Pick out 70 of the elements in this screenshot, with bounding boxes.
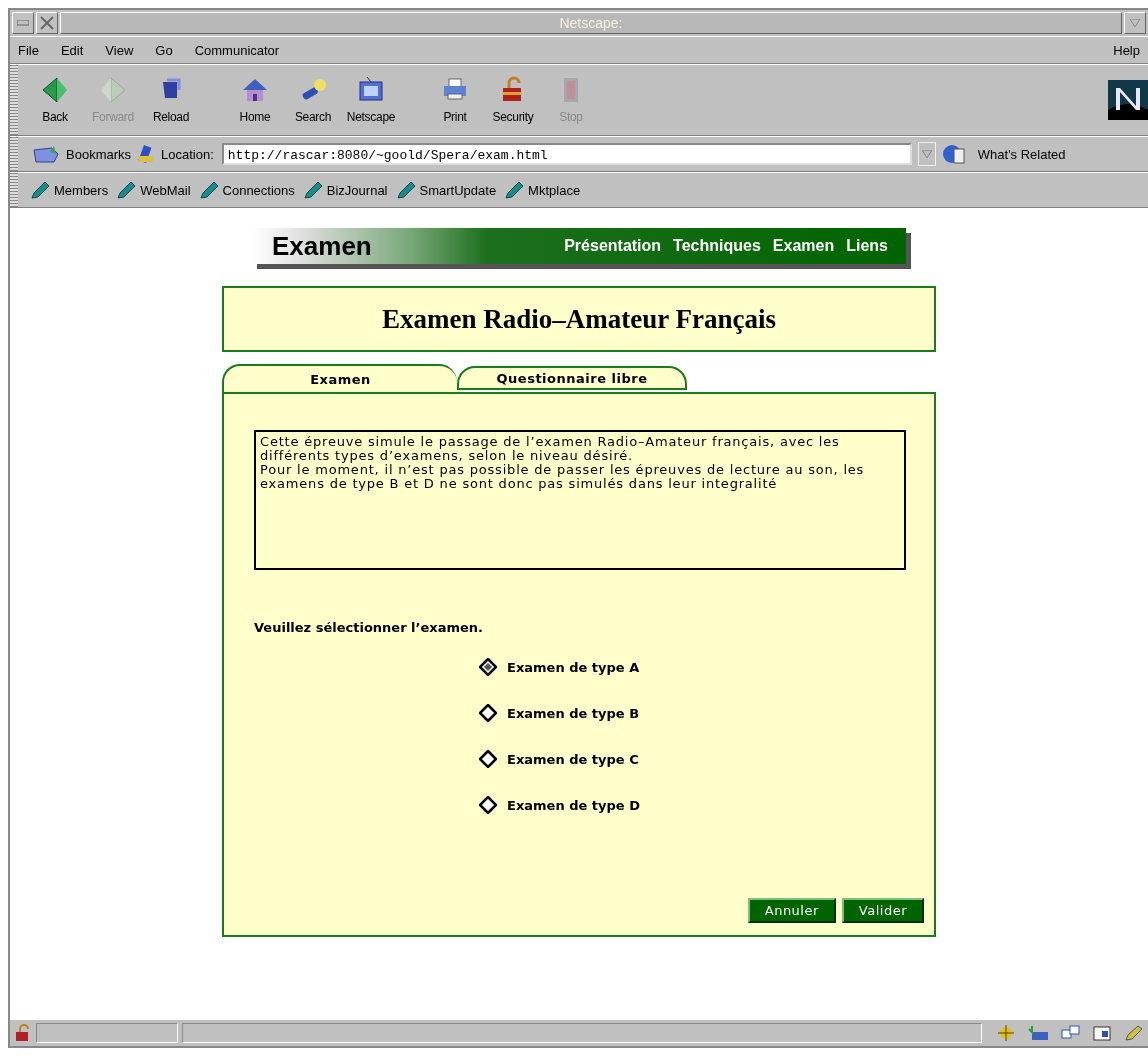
dropdown-button[interactable]: [917, 142, 936, 166]
bookmark-link[interactable]: BizJournal: [302, 181, 388, 199]
pen-icon: [302, 181, 323, 199]
pen-icon: [30, 181, 50, 199]
minimize-button[interactable]: [12, 12, 34, 34]
radio-option[interactable]: Examen de type D: [479, 795, 904, 815]
window-title: Netscape:: [60, 12, 1122, 34]
menu-item[interactable]: View: [103, 40, 136, 60]
pen-icon: [198, 181, 219, 199]
toolbar-grip[interactable]: [10, 173, 18, 207]
tab[interactable]: Examen: [222, 364, 457, 392]
url-field[interactable]: http://rascar:8080/~goold/Spera/exam.html: [221, 143, 912, 165]
inbox-icon[interactable]: [1028, 1024, 1048, 1042]
back-arrow-icon: [41, 76, 69, 104]
nav-link[interactable]: Techniques: [673, 237, 761, 255]
house-icon: [241, 76, 269, 104]
window-menu-button[interactable]: [1124, 12, 1146, 34]
toolbar-button[interactable]: Reload: [142, 76, 200, 124]
menu-item[interactable]: Communicator: [192, 40, 282, 60]
bookmark-link[interactable]: SmartUpdate: [395, 181, 497, 199]
form-button[interactable]: Valider: [841, 898, 924, 923]
toolbar-grip[interactable]: [10, 65, 18, 135]
menu-item[interactable]: Go: [153, 40, 175, 60]
pen-icon: [395, 181, 416, 199]
toolbar-button[interactable]: Netscape: [342, 76, 400, 124]
pen-icon: [116, 181, 137, 199]
menu-item[interactable]: Help: [1111, 40, 1142, 60]
nav-link[interactable]: Liens: [846, 237, 888, 255]
menu-item[interactable]: File: [16, 40, 41, 60]
forward-arrow-icon: [99, 76, 127, 104]
bookmark-link[interactable]: WebMail: [116, 181, 191, 199]
navigator-icon[interactable]: [996, 1024, 1016, 1042]
location-icon: [137, 144, 156, 164]
toolbar-grip[interactable]: [10, 137, 18, 171]
minimize-icon: [17, 20, 29, 26]
selection-prompt: Veuillez sélectionner l’examen.: [254, 620, 485, 635]
composer-icon[interactable]: [1092, 1024, 1112, 1042]
padlock-icon: [14, 1024, 32, 1042]
toolbar-button[interactable]: Back: [26, 76, 84, 124]
radio-option[interactable]: Examen de type B: [479, 703, 904, 723]
nav-link[interactable]: Examen: [772, 237, 835, 255]
bookmark-link[interactable]: Members: [30, 181, 109, 199]
bookmarks-button[interactable]: Bookmarks: [66, 146, 132, 162]
triangle-down-icon: [1130, 19, 1140, 27]
netscape-logo: [1108, 80, 1148, 120]
location-label: Location:: [161, 146, 214, 162]
pen-icon: [504, 181, 525, 199]
bookmark-link[interactable]: Connections: [198, 181, 295, 199]
page-heading: Examen Radio–Amateur Français: [382, 303, 776, 335]
close-icon: [40, 16, 54, 30]
whats-related-button[interactable]: What's Related: [977, 146, 1066, 162]
toolbar-button[interactable]: Home: [226, 76, 284, 124]
toolbar-button[interactable]: Print: [426, 76, 484, 124]
form-button[interactable]: Annuler: [747, 898, 836, 923]
radio-option[interactable]: Examen de type C: [479, 749, 904, 769]
pen-icon[interactable]: [1124, 1024, 1144, 1042]
menu-item[interactable]: Edit: [58, 40, 86, 60]
bookmark-folder-icon: [32, 144, 60, 164]
banner-title: Examen: [271, 230, 372, 262]
close-button[interactable]: [36, 12, 58, 34]
radio-option[interactable]: Examen de type A: [479, 657, 904, 677]
nav-link[interactable]: Présentation: [564, 237, 662, 255]
my-netscape-icon: [357, 76, 385, 104]
toolbar-button[interactable]: Security: [484, 76, 542, 124]
discussion-icon[interactable]: [1060, 1024, 1080, 1042]
description-text-area[interactable]: Cette épreuve simule le passage de l’examen Radio–Amateur français, avec les différents types d’examens, selon le niveau désiré. Pour le moment, il n’est pas possible de passer les épreuves de lecture au son, les examens de type B et D ne sont donc pas simulés dans leur integralité: [254, 430, 906, 570]
tab[interactable]: Questionnaire libre: [457, 366, 687, 390]
triangle-down-icon: [921, 150, 932, 158]
toolbar-button[interactable]: Search: [284, 76, 342, 124]
bookmark-link[interactable]: Mktplace: [504, 181, 581, 199]
